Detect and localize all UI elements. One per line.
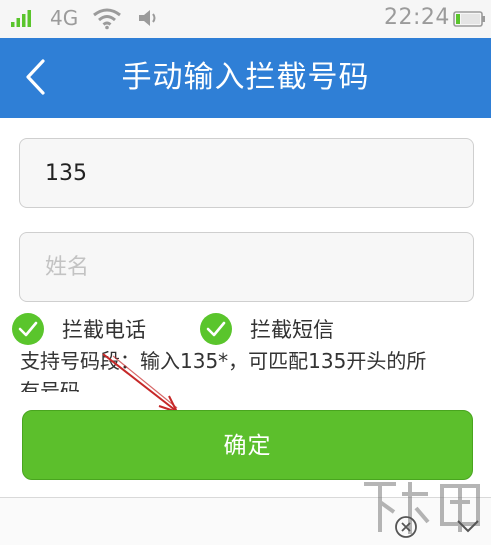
page-title: 手动输入拦截号码 [121, 60, 370, 95]
phone-number-input[interactable] [20, 139, 473, 207]
close-circle-icon[interactable] [394, 515, 418, 539]
signal-icon [11, 10, 31, 27]
confirm-button[interactable]: 确定 [22, 410, 473, 480]
hint-text: 支持号码段：输入135*，可匹配135开头的所 有号码 [20, 346, 485, 392]
chevron-left-icon[interactable] [22, 56, 50, 98]
block-calls-label: 拦截电话 [62, 318, 146, 342]
name-field [19, 232, 474, 302]
check-icon [200, 313, 232, 345]
app-header: 手动输入拦截号码 [0, 38, 491, 118]
hint-line-2: 有号码 [20, 379, 80, 392]
block-sms-label: 拦截短信 [250, 318, 334, 342]
network-type: 4G [50, 6, 79, 30]
phone-number-field [19, 138, 474, 208]
battery-icon [453, 11, 485, 27]
hint-line-1: 支持号码段：输入135*，可匹配135开头的所 [20, 349, 427, 373]
block-calls-checkbox[interactable]: 拦截电话 [12, 313, 146, 345]
clock: 22:24 [384, 5, 450, 30]
chevron-down-icon[interactable] [455, 517, 481, 535]
volume-icon [139, 10, 156, 26]
check-icon [12, 313, 44, 345]
block-sms-checkbox[interactable]: 拦截短信 [200, 313, 334, 345]
status-bar: 4G 22:24 [0, 0, 491, 38]
wifi-icon [93, 8, 121, 30]
name-input[interactable] [20, 233, 473, 301]
